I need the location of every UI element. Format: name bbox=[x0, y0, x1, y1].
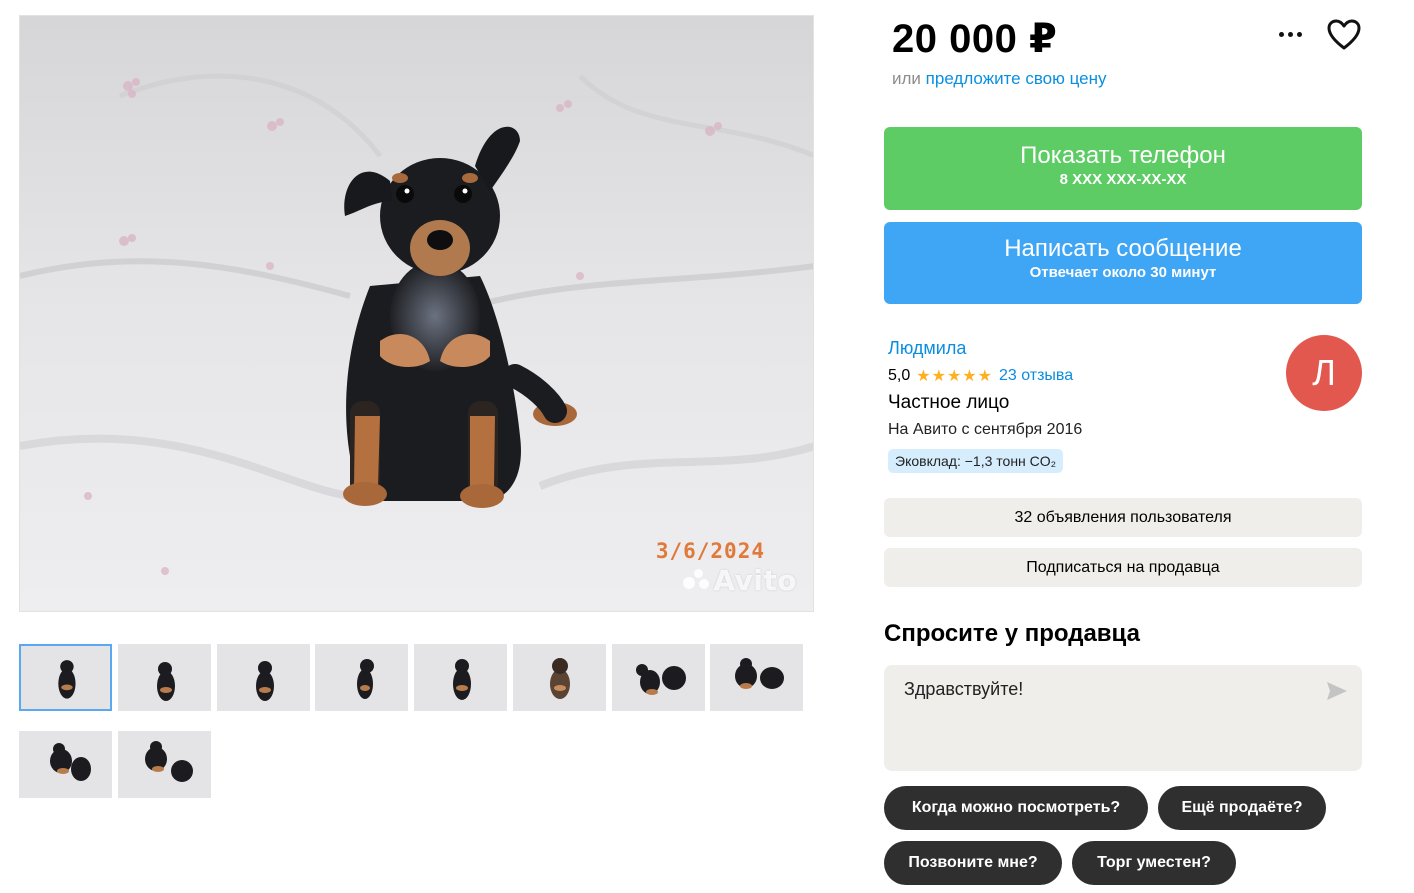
thumbnail-3[interactable] bbox=[217, 644, 310, 711]
thumbnail-image bbox=[19, 731, 112, 798]
thumbnail-1[interactable] bbox=[19, 644, 112, 711]
quick-question-call-me[interactable]: Позвоните мне? bbox=[884, 841, 1062, 885]
thumbnail-image bbox=[21, 646, 110, 709]
thumbnail-image bbox=[710, 644, 803, 711]
message-input[interactable] bbox=[884, 665, 1314, 765]
thumbnail-image bbox=[612, 644, 705, 711]
price-value: 20 000 ₽ bbox=[892, 17, 1058, 61]
quick-question-when-to-view[interactable]: Когда можно посмотреть? bbox=[884, 786, 1148, 830]
thumbnail-image bbox=[118, 644, 211, 711]
thumbnail-8[interactable] bbox=[710, 644, 803, 711]
thumbnail-7[interactable] bbox=[612, 644, 705, 711]
thumbnail-image bbox=[315, 644, 408, 711]
thumbnail-image bbox=[217, 644, 310, 711]
photo-date-stamp: 3/6/2024 bbox=[655, 539, 765, 563]
heart-icon[interactable] bbox=[1326, 18, 1362, 52]
rating-value: 5,0 bbox=[888, 367, 911, 384]
show-phone-label: Показать телефон bbox=[1020, 142, 1226, 169]
seller-type: Частное лицо bbox=[888, 392, 1010, 413]
quick-question-negotiable[interactable]: Торг уместен? bbox=[1072, 841, 1236, 885]
message-box bbox=[884, 665, 1362, 771]
price-or-text: или bbox=[892, 69, 921, 88]
write-message-label: Написать сообщение bbox=[1004, 235, 1242, 262]
ask-seller-title: Спросите у продавца bbox=[884, 620, 1140, 647]
seller-rating: 5,0 ★★★★★ 23 отзыва bbox=[888, 366, 1073, 386]
user-listings-button[interactable]: 32 объявления пользователя bbox=[884, 498, 1362, 537]
reviews-link[interactable]: 23 отзыва bbox=[999, 367, 1073, 385]
send-icon[interactable] bbox=[1326, 681, 1348, 701]
main-listing-photo[interactable]: 3/6/2024 Avito bbox=[19, 15, 814, 612]
quick-question-still-selling[interactable]: Ещё продаёте? bbox=[1158, 786, 1326, 830]
subscribe-seller-button[interactable]: Подписаться на продавца bbox=[884, 548, 1362, 587]
thumbnail-5[interactable] bbox=[414, 644, 507, 711]
show-phone-button[interactable]: Показать телефон 8 XXX XXX-XX-XX bbox=[884, 127, 1362, 210]
response-time: Отвечает около 30 минут bbox=[1029, 264, 1217, 281]
phone-mask: 8 XXX XXX-XX-XX bbox=[1059, 171, 1187, 188]
avito-logo-icon bbox=[683, 569, 709, 591]
eco-contribution-badge[interactable]: Эковклад: −1,3 тонн CO₂ bbox=[888, 449, 1064, 473]
seller-avatar[interactable]: Л bbox=[1286, 335, 1362, 411]
thumbnail-6[interactable] bbox=[513, 644, 606, 711]
write-message-button[interactable]: Написать сообщение Отвечает около 30 мин… bbox=[884, 222, 1362, 304]
seller-since: На Авито с сентября 2016 bbox=[888, 421, 1083, 438]
puppy-photo-illustration bbox=[20, 16, 813, 611]
offer-price-link[interactable]: предложите свою цену bbox=[926, 69, 1107, 88]
thumbnail-2[interactable] bbox=[118, 644, 211, 711]
avito-watermark: Avito bbox=[713, 564, 797, 597]
thumbnail-image bbox=[118, 731, 211, 798]
price-offer-line: или предложите свою цену bbox=[892, 69, 1107, 89]
seller-name-link[interactable]: Людмила bbox=[888, 338, 966, 359]
thumbnail-9[interactable] bbox=[19, 731, 112, 798]
thumbnail-image bbox=[414, 644, 507, 711]
more-dots-icon[interactable] bbox=[1272, 22, 1308, 46]
rating-stars-icon: ★★★★★ bbox=[916, 368, 993, 385]
thumbnail-10[interactable] bbox=[118, 731, 211, 798]
thumbnail-image bbox=[513, 644, 606, 711]
thumbnail-4[interactable] bbox=[315, 644, 408, 711]
